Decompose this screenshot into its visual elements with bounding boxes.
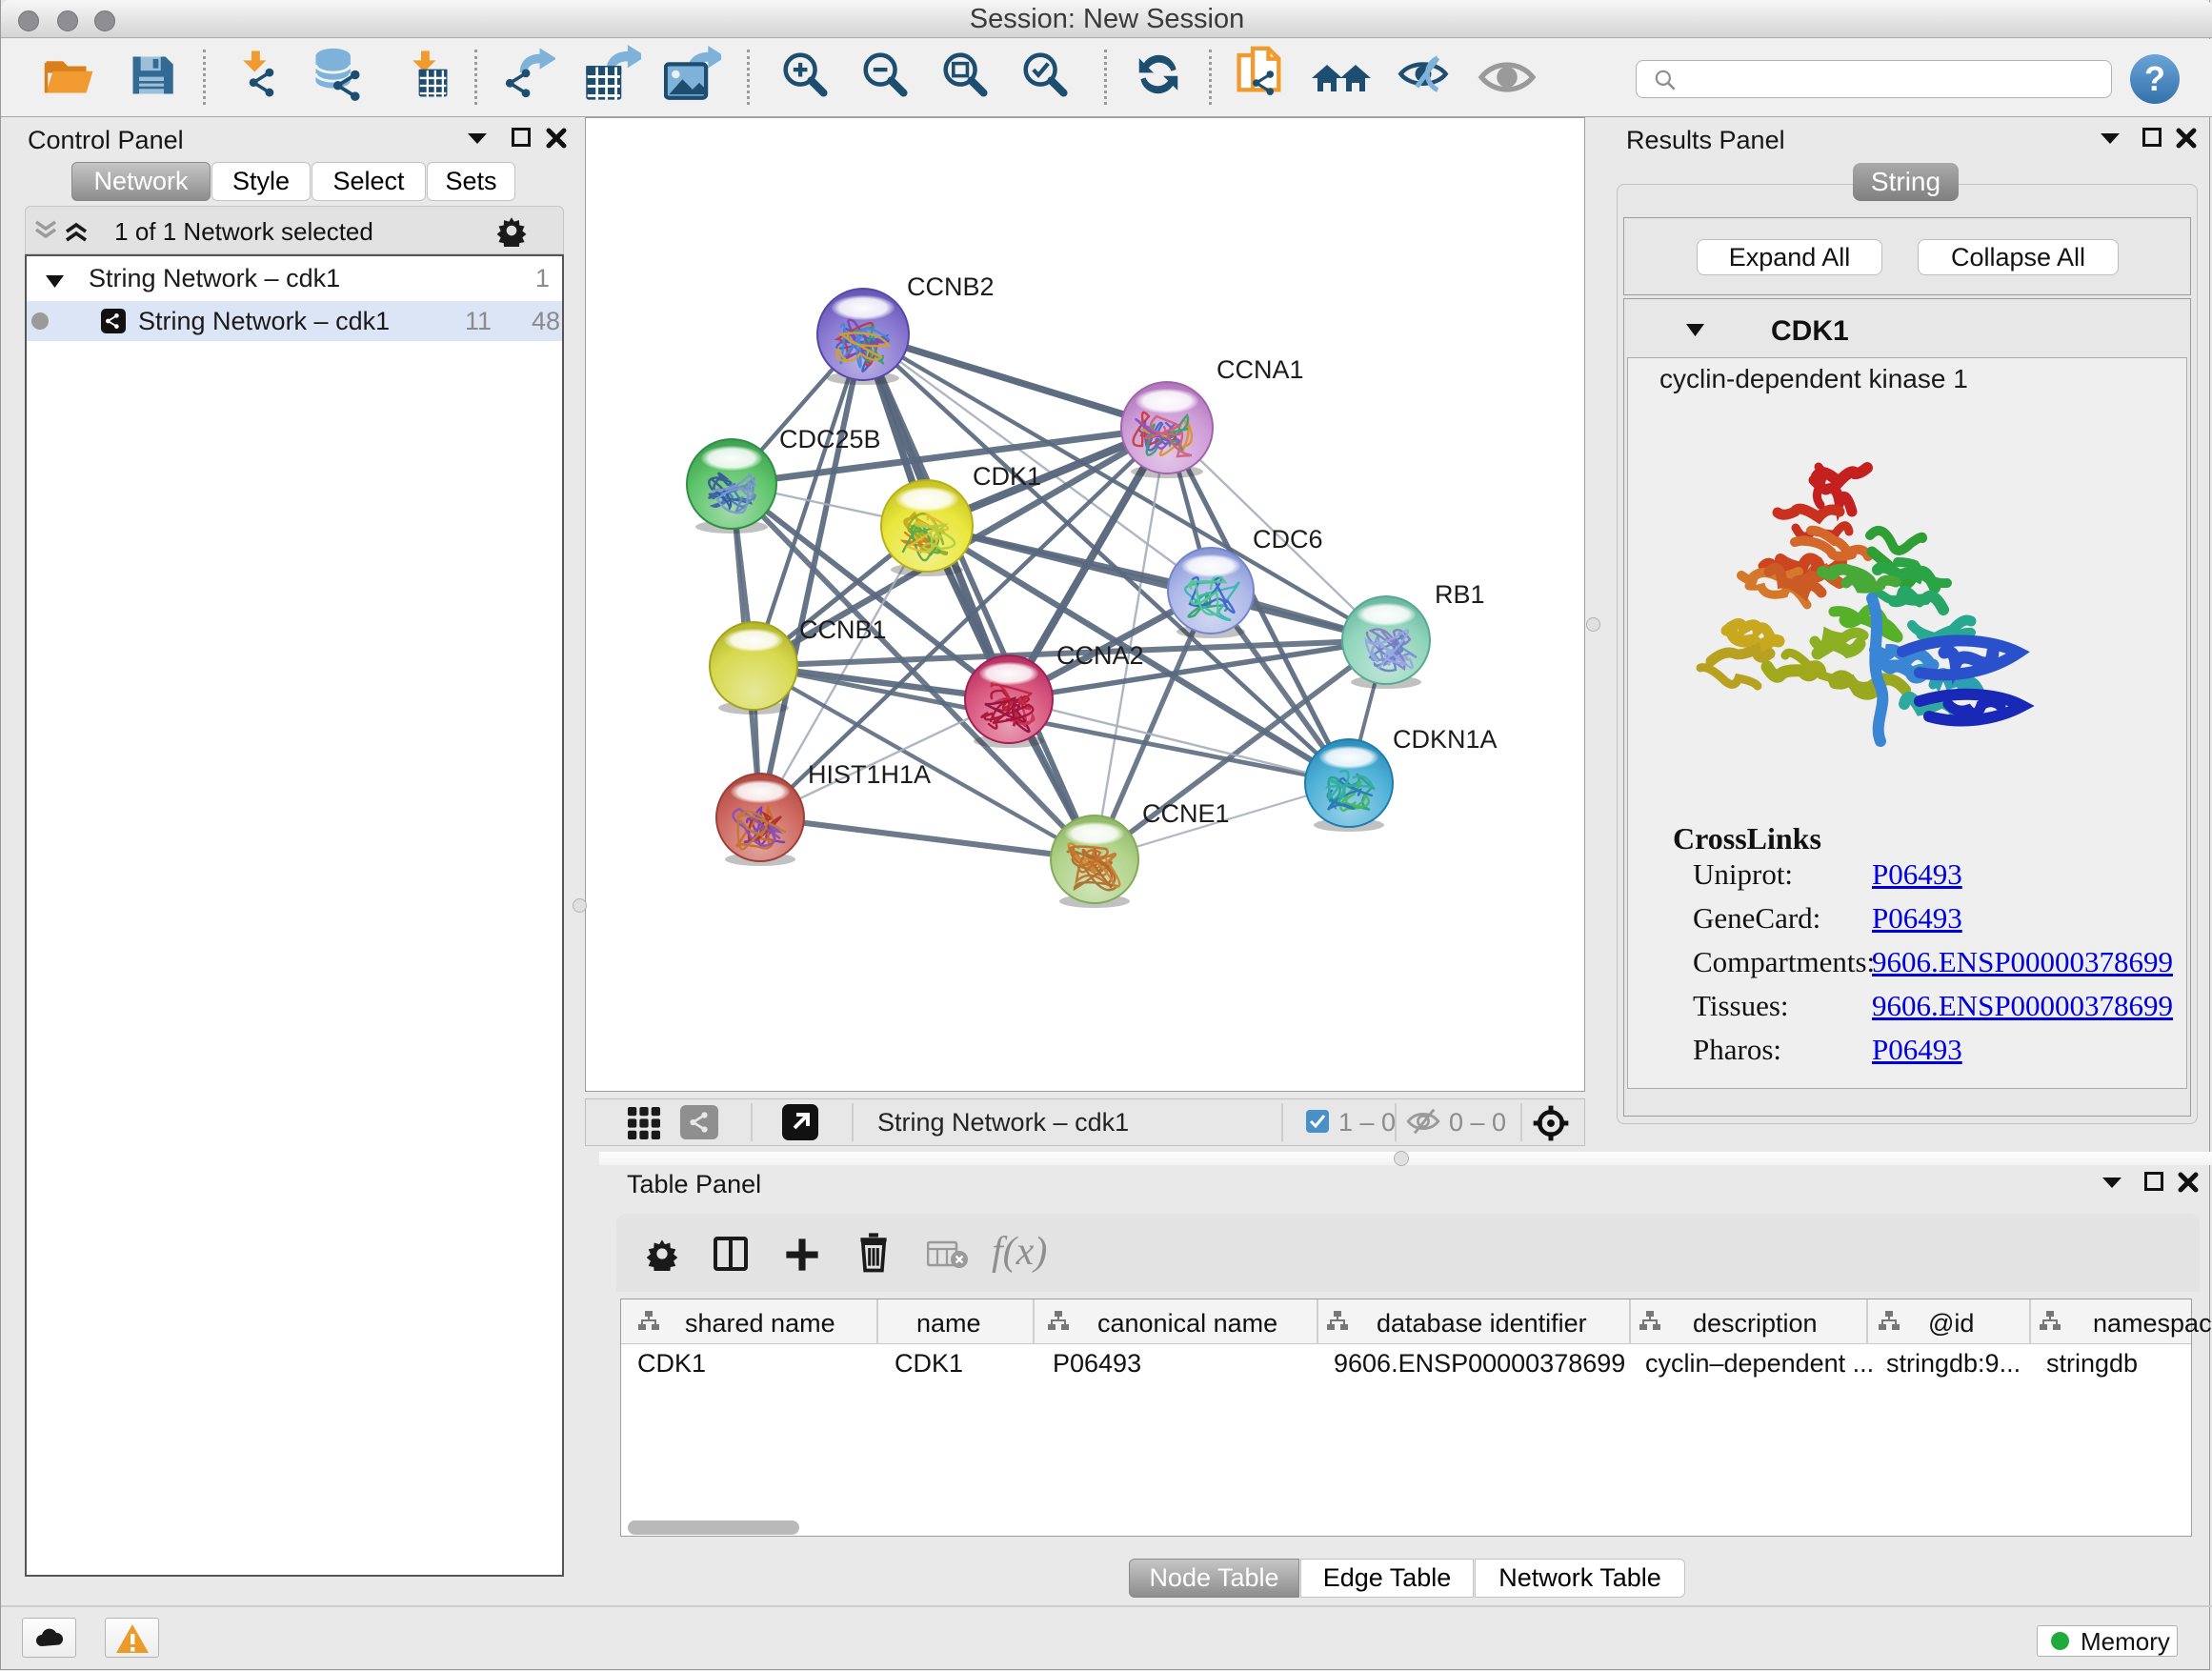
svg-text:CCNA1: CCNA1	[1217, 355, 1304, 384]
svg-text:CDKN1A: CDKN1A	[1393, 725, 1498, 754]
svg-text:CCNA2: CCNA2	[1056, 641, 1144, 670]
svg-text:CCNB1: CCNB1	[799, 615, 887, 644]
svg-text:HIST1H1A: HIST1H1A	[808, 760, 931, 789]
svg-text:CCNB2: CCNB2	[907, 272, 995, 301]
svg-text:CDC6: CDC6	[1253, 525, 1323, 554]
svg-text:CDC25B: CDC25B	[779, 425, 881, 453]
svg-text:CDK1: CDK1	[973, 462, 1041, 491]
svg-text:RB1: RB1	[1435, 580, 1485, 609]
svg-text:CCNE1: CCNE1	[1142, 799, 1230, 828]
